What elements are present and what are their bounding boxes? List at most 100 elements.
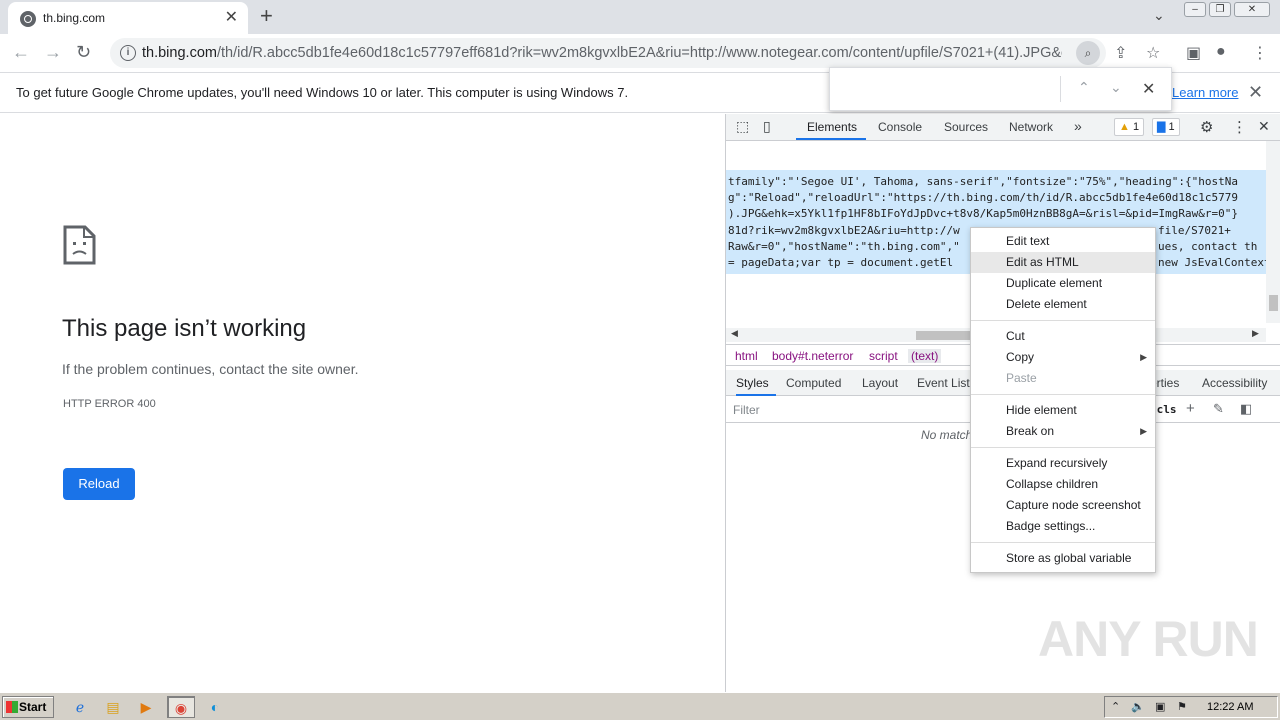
tray-expand-icon[interactable]: ⌃ — [1111, 700, 1120, 713]
menu-item-badge-settings[interactable]: Badge settings... — [971, 516, 1155, 537]
more-tabs-icon[interactable]: » — [1074, 118, 1082, 134]
minimize-button[interactable]: – — [1184, 2, 1206, 17]
menu-item-edit-as-html[interactable]: Edit as HTML — [971, 252, 1155, 273]
menu-item-hide-element[interactable]: Hide element — [971, 400, 1155, 421]
restore-button[interactable]: ❐ — [1209, 2, 1231, 17]
share-icon[interactable]: ⇪ — [1114, 43, 1127, 63]
new-rule-icon[interactable]: + — [1186, 400, 1195, 417]
menu-item-collapse-children[interactable]: Collapse children — [971, 474, 1155, 495]
profile-avatar-icon[interactable]: ● — [1216, 43, 1226, 61]
submenu-arrow-icon: ▶ — [1140, 426, 1147, 436]
error-page: This page isn’t working If the problem c… — [0, 114, 725, 692]
devtools-menu-icon[interactable]: ⋮ — [1232, 118, 1247, 136]
forward-icon[interactable]: → — [44, 42, 62, 62]
tab-search-chevron-icon[interactable]: ⌄ — [1153, 7, 1165, 24]
breadcrumb-item[interactable]: body#t.neterror — [772, 349, 853, 363]
find-previous-icon[interactable]: ⌃ — [1078, 79, 1090, 96]
menu-item-duplicate-element[interactable]: Duplicate element — [971, 273, 1155, 294]
find-input[interactable] — [836, 74, 1056, 104]
error-code: HTTP ERROR 400 — [63, 398, 156, 410]
side-panel-icon[interactable]: ▣ — [1186, 43, 1201, 63]
reload-icon[interactable]: ↻ — [76, 42, 91, 62]
infobar-message: To get future Google Chrome updates, you… — [16, 85, 629, 100]
find-next-icon[interactable]: ⌄ — [1110, 79, 1122, 96]
tab-accessibility[interactable]: Accessibility — [1202, 376, 1267, 390]
menu-item-expand-recursively[interactable]: Expand recursively — [971, 453, 1155, 474]
inspect-element-icon[interactable]: ⬚ — [736, 118, 749, 135]
tab-computed[interactable]: Computed — [786, 376, 841, 390]
internet-explorer-icon[interactable]: ℯ — [68, 696, 92, 718]
volume-icon[interactable]: 🔈 — [1131, 700, 1145, 713]
browser-tab[interactable]: th.bing.com ✕ — [8, 2, 248, 34]
active-subtab-indicator — [736, 394, 776, 396]
scroll-right-icon[interactable]: ▶ — [1252, 328, 1259, 339]
context-menu: Edit text Edit as HTML Duplicate element… — [970, 227, 1156, 573]
taskbar-clock[interactable]: 12:22 AM — [1207, 701, 1253, 713]
menu-separator — [971, 447, 1155, 448]
breadcrumb-item[interactable]: html — [735, 349, 758, 363]
anyrun-watermark: ANY RUN — [1038, 611, 1259, 667]
action-center-flag-icon[interactable]: ⚑ — [1177, 700, 1187, 713]
warning-icon: ▲ — [1119, 121, 1130, 133]
tab-network[interactable]: Network — [1009, 120, 1053, 134]
media-player-icon[interactable]: ▶ — [134, 696, 158, 718]
file-explorer-icon[interactable]: ▤ — [101, 696, 125, 718]
bookmark-star-icon[interactable]: ☆ — [1146, 43, 1160, 63]
settings-gear-icon[interactable]: ⚙ — [1200, 118, 1213, 136]
menu-item-store-as-global-variable[interactable]: Store as global variable — [971, 548, 1155, 569]
menu-item-edit-text[interactable]: Edit text — [971, 231, 1155, 252]
scroll-left-icon[interactable]: ◀ — [731, 328, 738, 339]
new-tab-button[interactable]: + — [260, 5, 273, 27]
tab-elements[interactable]: Elements — [807, 120, 857, 134]
site-info-icon[interactable]: i — [120, 45, 136, 61]
device-toolbar-icon[interactable]: ▯ — [763, 118, 771, 135]
reload-button[interactable]: Reload — [63, 468, 135, 500]
devtools-close-icon[interactable]: ✕ — [1258, 118, 1270, 135]
edge-icon[interactable]: ◐ — [203, 696, 227, 718]
code-line: file/S7021+ — [1158, 224, 1231, 237]
learn-more-link[interactable]: Learn more — [1172, 85, 1238, 100]
menu-item-break-on[interactable]: Break on ▶ — [971, 421, 1155, 442]
toggle-sidebar-icon[interactable]: ◧ — [1240, 401, 1252, 417]
tab-styles[interactable]: Styles — [736, 376, 769, 390]
find-in-page-icon[interactable]: ⌕ — [1076, 41, 1100, 65]
code-line: 81d?rik=wv2m8kgvxlbE2A&riu=http://w — [728, 224, 960, 237]
tab-event-listeners[interactable]: Event Liste — [917, 376, 976, 390]
chrome-icon[interactable]: ◉ — [167, 696, 195, 718]
code-line: tfamily":"'Segoe UI', Tahoma, sans-serif… — [728, 175, 1238, 188]
tab-strip: th.bing.com ✕ + ⌄ – ❐ ✕ — [0, 0, 1280, 34]
tab-title: th.bing.com — [43, 11, 106, 25]
sad-document-icon — [63, 225, 96, 265]
find-divider — [1060, 76, 1061, 102]
back-icon[interactable]: ← — [12, 42, 30, 62]
menu-separator — [971, 542, 1155, 543]
windows-taskbar: Start ℯ ▤ ▶ ◉ ◐ ⌃ 🔈 ▣ ⚑ 12:22 AM — [0, 692, 1280, 720]
paint-icon[interactable]: ✎ — [1213, 401, 1224, 417]
menu-kebab-icon[interactable]: ⋮ — [1252, 43, 1268, 63]
find-close-icon[interactable]: ✕ — [1142, 79, 1155, 99]
menu-item-delete-element[interactable]: Delete element — [971, 294, 1155, 315]
network-icon[interactable]: ▣ — [1155, 700, 1165, 713]
start-button[interactable]: Start — [2, 696, 54, 718]
menu-item-cut[interactable]: Cut — [971, 326, 1155, 347]
code-vertical-scrollbar[interactable] — [1266, 141, 1280, 323]
breadcrumb-item[interactable]: (text) — [908, 349, 942, 363]
scroll-thumb[interactable] — [1269, 295, 1278, 311]
tab-console[interactable]: Console — [878, 120, 922, 134]
tab-close-icon[interactable]: ✕ — [225, 9, 238, 27]
menu-item-capture-node-screenshot[interactable]: Capture node screenshot — [971, 495, 1155, 516]
filter-input[interactable]: Filter — [733, 403, 760, 417]
infobar-close-icon[interactable]: ✕ — [1248, 82, 1263, 103]
error-subtitle: If the problem continues, contact the si… — [62, 361, 359, 377]
breadcrumb-item[interactable]: script — [869, 349, 898, 363]
url-text[interactable]: th.bing.com/th/id/R.abcc5db1fe4e60d18c1c… — [142, 45, 1062, 61]
messages-badge[interactable]: ▇ 1 — [1152, 118, 1180, 136]
tab-sources[interactable]: Sources — [944, 120, 988, 134]
warnings-badge[interactable]: ▲ 1 — [1114, 118, 1145, 136]
address-bar[interactable]: i th.bing.com/th/id/R.abcc5db1fe4e60d18c… — [110, 38, 1106, 68]
close-window-button[interactable]: ✕ — [1234, 2, 1270, 17]
code-line: new JsEvalContext — [1158, 256, 1266, 269]
scroll-thumb[interactable] — [916, 331, 976, 340]
menu-item-copy[interactable]: Copy ▶ — [971, 347, 1155, 368]
tab-layout[interactable]: Layout — [862, 376, 898, 390]
